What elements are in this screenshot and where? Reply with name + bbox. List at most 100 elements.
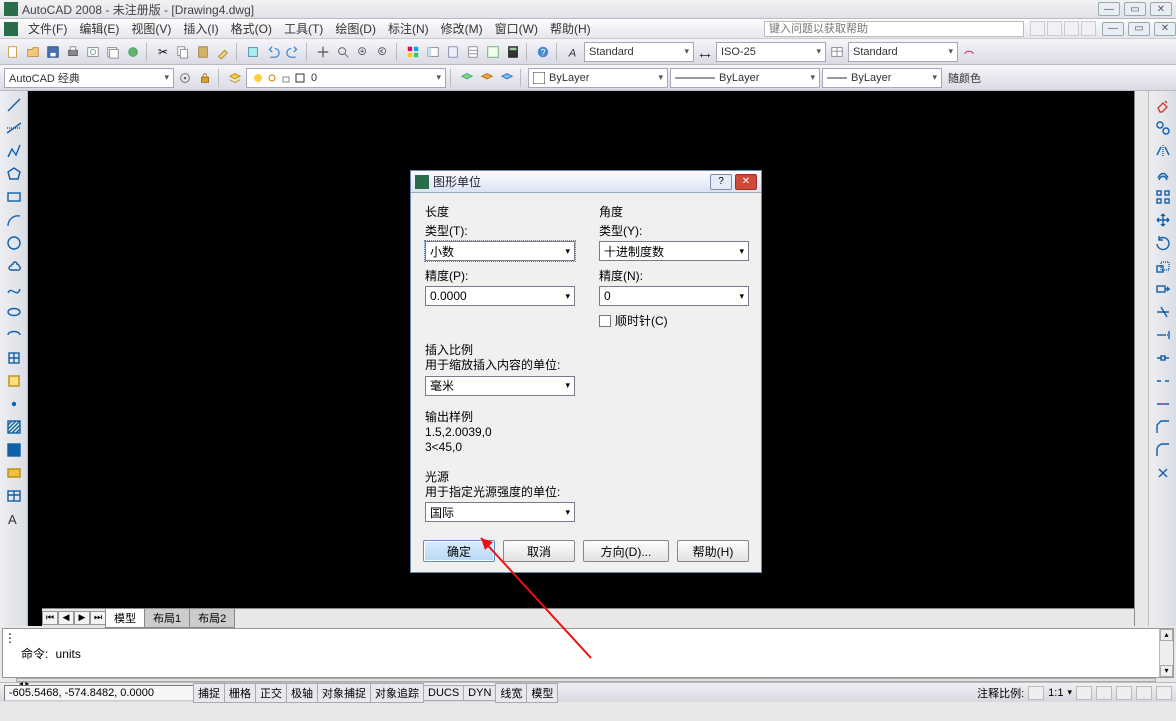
anno-vis-icon[interactable] — [1076, 686, 1092, 700]
toggle-polar[interactable]: 极轴 — [286, 683, 318, 703]
revcloud-icon[interactable] — [4, 256, 24, 276]
dim-style-dropdown[interactable]: ISO-25▾ — [716, 42, 826, 62]
help2-icon[interactable]: ? — [534, 43, 552, 61]
open-icon[interactable] — [24, 43, 42, 61]
matchprop-icon[interactable] — [214, 43, 232, 61]
help-icon[interactable] — [1081, 21, 1096, 36]
angle-prec-select[interactable]: 0▾ — [599, 286, 749, 306]
toggle-ortho[interactable]: 正交 — [255, 683, 287, 703]
canvas-vscroll[interactable] — [1134, 91, 1148, 626]
table-icon[interactable] — [4, 486, 24, 506]
explode-icon[interactable] — [1153, 463, 1173, 483]
doc-minimize-button[interactable]: — — [1102, 22, 1124, 36]
plot-preview-icon[interactable] — [84, 43, 102, 61]
workspace-dropdown[interactable]: AutoCAD 经典▾ — [4, 68, 174, 88]
zoom-prev-icon[interactable] — [374, 43, 392, 61]
angle-type-select[interactable]: 十进制度数▾ — [599, 241, 749, 261]
toggle-snap[interactable]: 捕捉 — [193, 683, 225, 703]
close-button[interactable]: ✕ — [1150, 2, 1172, 16]
scale-icon[interactable] — [1153, 256, 1173, 276]
markup-icon[interactable] — [484, 43, 502, 61]
tool-palette-icon[interactable] — [444, 43, 462, 61]
pline-icon[interactable] — [4, 141, 24, 161]
status-lock-icon[interactable] — [1116, 686, 1132, 700]
status-tray-icon[interactable] — [1136, 686, 1152, 700]
tab-nav-next[interactable]: ▶ — [74, 611, 90, 625]
undo-icon[interactable] — [264, 43, 282, 61]
menu-draw[interactable]: 绘图(D) — [329, 18, 382, 39]
polygon-icon[interactable] — [4, 164, 24, 184]
mirror-icon[interactable] — [1153, 141, 1173, 161]
menu-edit[interactable]: 编辑(E) — [73, 18, 125, 39]
copy-icon[interactable] — [174, 43, 192, 61]
circle-icon[interactable] — [4, 233, 24, 253]
maximize-button[interactable]: ▭ — [1124, 2, 1146, 16]
mls-icon[interactable] — [960, 43, 978, 61]
tab-model[interactable]: 模型 — [105, 608, 145, 628]
menu-file[interactable]: 文件(F) — [22, 18, 73, 39]
region-icon[interactable] — [4, 463, 24, 483]
length-prec-select[interactable]: 0.0000▾ — [425, 286, 575, 306]
menu-dim[interactable]: 标注(N) — [382, 18, 435, 39]
publish-icon[interactable] — [104, 43, 122, 61]
hatch-icon[interactable] — [4, 417, 24, 437]
insert-unit-select[interactable]: 毫米▾ — [425, 376, 575, 396]
tab-nav-first[interactable]: ⏮ — [42, 611, 58, 625]
offset-icon[interactable] — [1153, 164, 1173, 184]
stretch-icon[interactable] — [1153, 279, 1173, 299]
dc-icon[interactable] — [424, 43, 442, 61]
table-style-icon[interactable] — [828, 43, 846, 61]
save-icon[interactable] — [44, 43, 62, 61]
light-unit-select[interactable]: 国际▾ — [425, 502, 575, 522]
tab-nav-prev[interactable]: ◀ — [58, 611, 74, 625]
table-style-dropdown[interactable]: Standard▾ — [848, 42, 958, 62]
block-editor-icon[interactable] — [244, 43, 262, 61]
rotate-icon[interactable] — [1153, 233, 1173, 253]
fillet-icon[interactable] — [1153, 440, 1173, 460]
anno-ratio[interactable]: 1:1 — [1048, 687, 1063, 699]
copy2-icon[interactable] — [1153, 118, 1173, 138]
cut-icon[interactable]: ✂ — [154, 43, 172, 61]
new-icon[interactable] — [4, 43, 22, 61]
text-style-icon[interactable]: A — [564, 43, 582, 61]
layer-iso-icon[interactable] — [498, 69, 516, 87]
menu-help[interactable]: 帮助(H) — [544, 18, 597, 39]
anno-scale-icon[interactable] — [1028, 686, 1044, 700]
cmd-vscroll[interactable]: ▴▾ — [1159, 629, 1173, 677]
ok-button[interactable]: 确定 — [423, 540, 495, 562]
move-icon[interactable] — [1153, 210, 1173, 230]
toggle-dyn[interactable]: DYN — [463, 685, 496, 701]
layer-prev-icon[interactable] — [458, 69, 476, 87]
pan-icon[interactable] — [314, 43, 332, 61]
arc-icon[interactable] — [4, 210, 24, 230]
layer-mgr-icon[interactable] — [226, 69, 244, 87]
cancel-button[interactable]: 取消 — [503, 540, 575, 562]
dim-style-icon[interactable] — [696, 43, 714, 61]
lineweight-dropdown[interactable]: ByLayer▾ — [822, 68, 942, 88]
array-icon[interactable] — [1153, 187, 1173, 207]
status-clean-icon[interactable] — [1156, 686, 1172, 700]
extend-icon[interactable] — [1153, 325, 1173, 345]
text-style-dropdown[interactable]: Standard▾ — [584, 42, 694, 62]
point-icon[interactable] — [4, 394, 24, 414]
menu-window[interactable]: 窗口(W) — [489, 18, 544, 39]
calc-icon[interactable] — [504, 43, 522, 61]
join-icon[interactable] — [1153, 394, 1173, 414]
layer-dropdown[interactable]: 0▾ — [246, 68, 446, 88]
xline-icon[interactable] — [4, 118, 24, 138]
toggle-model[interactable]: 模型 — [526, 683, 558, 703]
ellipse-icon[interactable] — [4, 302, 24, 322]
sheets-icon[interactable] — [464, 43, 482, 61]
print-icon[interactable] — [64, 43, 82, 61]
spline-icon[interactable] — [4, 279, 24, 299]
clockwise-checkbox[interactable]: 顺时针(C) — [599, 312, 749, 329]
linetype-dropdown[interactable]: ByLayer▾ — [670, 68, 820, 88]
menu-modify[interactable]: 修改(M) — [435, 18, 489, 39]
menu-tools[interactable]: 工具(T) — [278, 18, 329, 39]
ws-lock-icon[interactable] — [196, 69, 214, 87]
3dprint-icon[interactable] — [124, 43, 142, 61]
tab-nav-last[interactable]: ⏭ — [90, 611, 106, 625]
command-line[interactable]: ⋮ 命令: units ▴▾ — [2, 628, 1174, 678]
doc-close-button[interactable]: ✕ — [1154, 22, 1176, 36]
dialog-close-button[interactable]: ✕ — [735, 174, 757, 190]
